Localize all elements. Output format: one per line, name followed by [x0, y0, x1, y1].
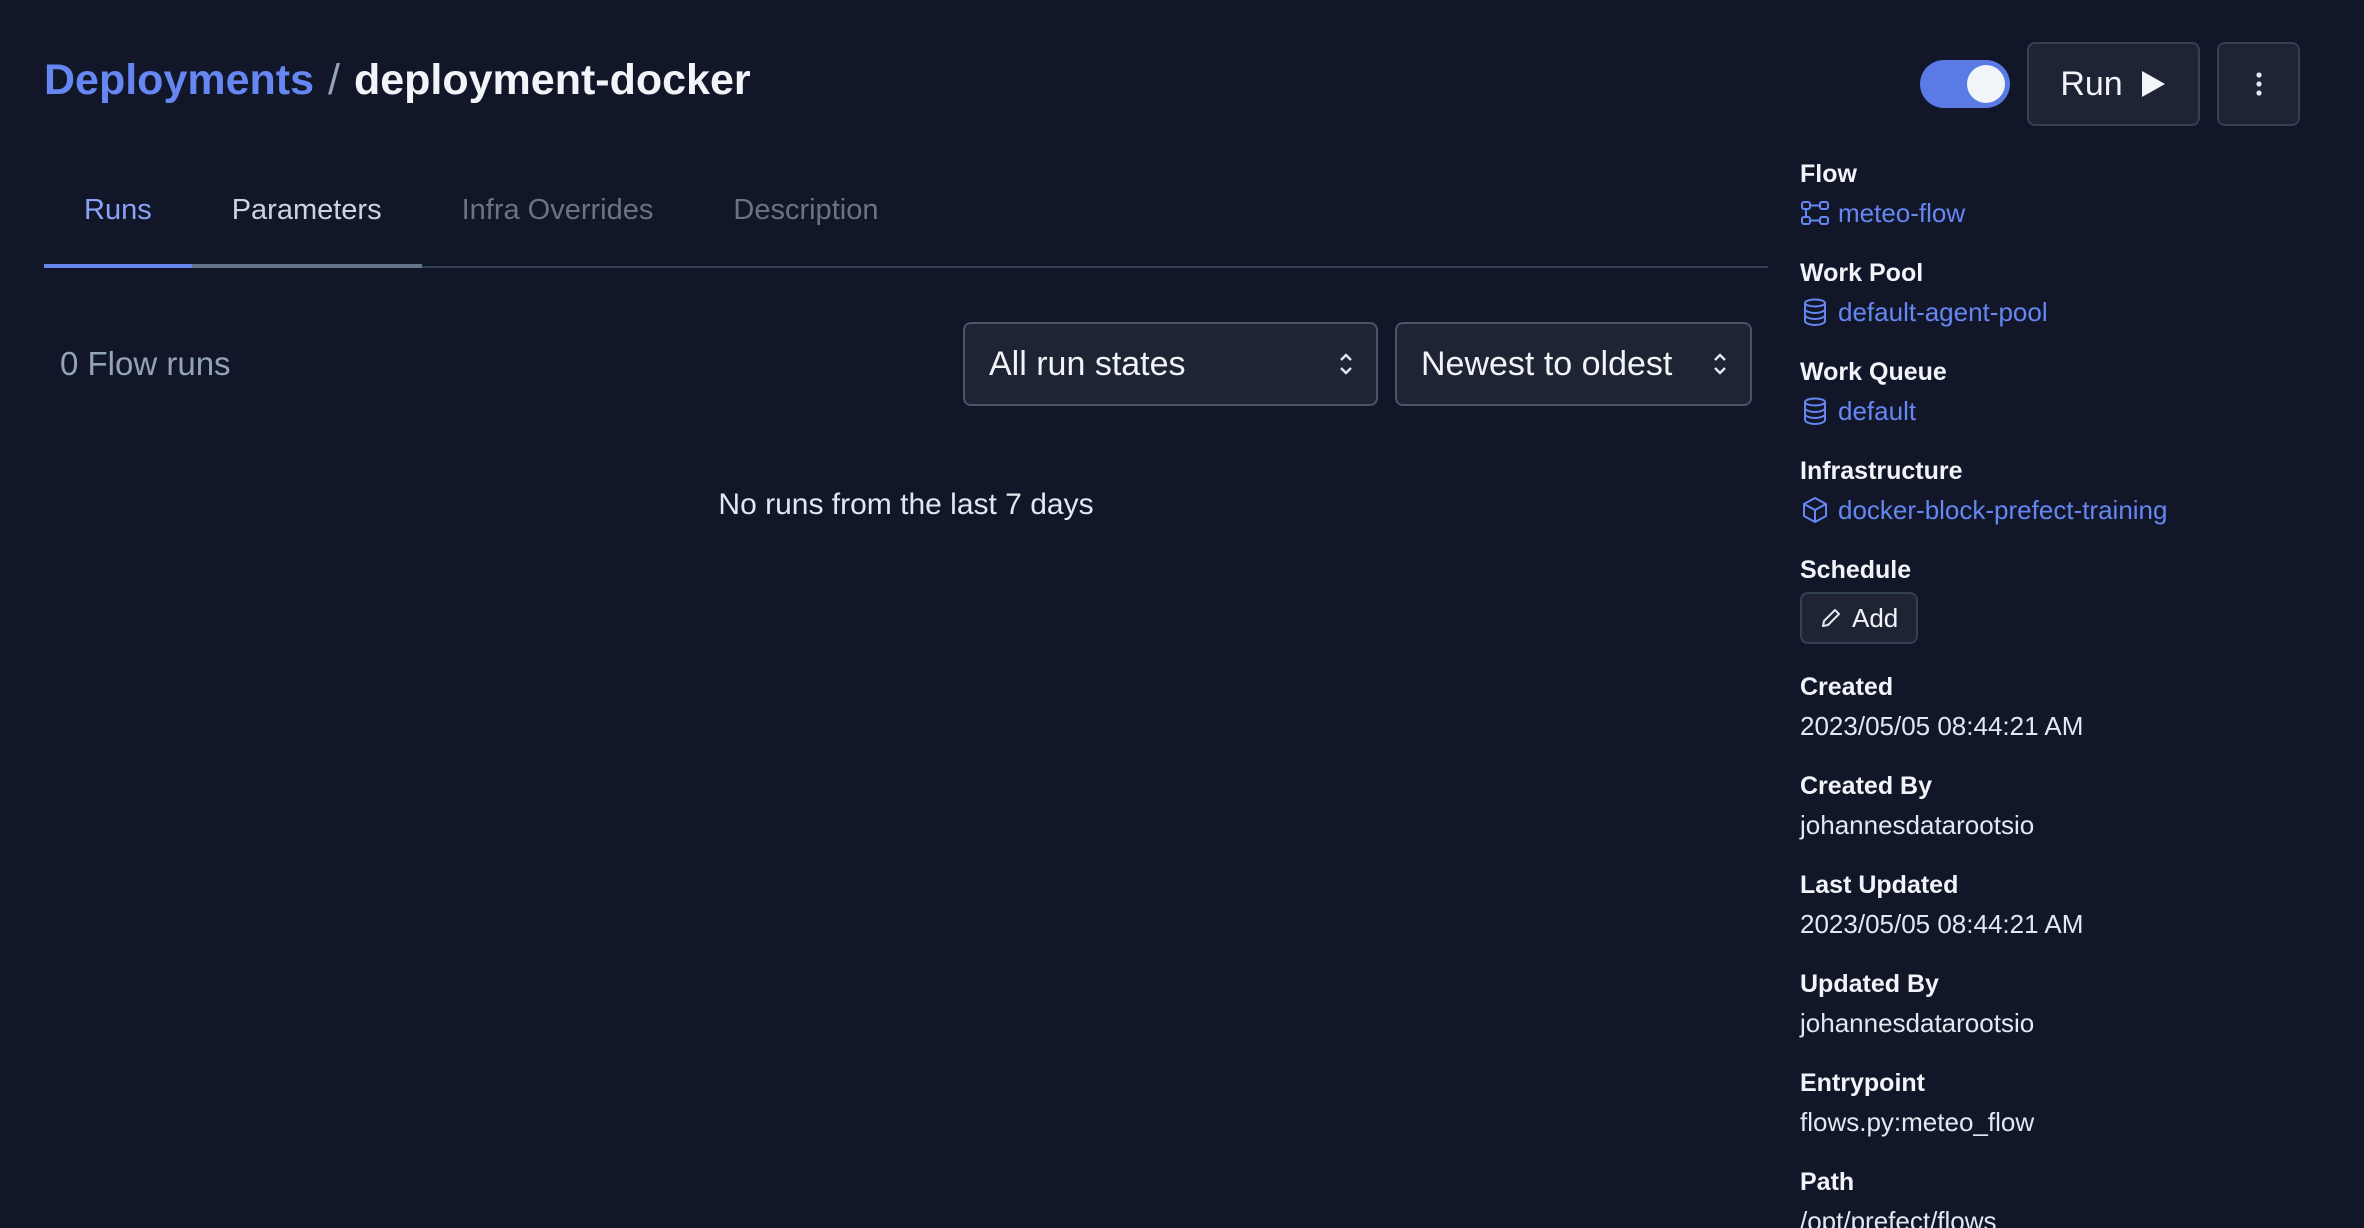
tab-runs[interactable]: Runs — [44, 170, 192, 268]
cube-icon — [1803, 497, 1827, 523]
sort-order-select[interactable]: Newest to oldest — [1395, 322, 1752, 406]
detail-flow: Flow meteo-flow — [1800, 158, 2340, 230]
chevron-up-down-icon — [1340, 353, 1352, 375]
more-vertical-icon — [2255, 72, 2262, 96]
header-actions: Run — [1920, 42, 2300, 126]
empty-runs-message: No runs from the last 7 days — [718, 488, 1094, 521]
play-icon — [2141, 71, 2165, 97]
chevron-up-down-icon — [1714, 353, 1726, 375]
pencil-icon — [1822, 609, 1840, 627]
detail-label: Entrypoint — [1800, 1069, 1925, 1097]
updated-by-value: johannesdatarootsio — [1800, 1008, 2035, 1038]
flow-link-label: meteo-flow — [1838, 198, 1966, 228]
toggle-knob — [1967, 65, 2005, 103]
created-by-value: johannesdatarootsio — [1800, 810, 2035, 840]
deployment-page: Deployments / deployment-docker Run Runs… — [0, 0, 2364, 1228]
breadcrumb-deployments-link[interactable]: Deployments — [44, 56, 314, 105]
detail-work-pool: Work Pool default-agent-pool — [1800, 257, 2340, 329]
database-icon — [1804, 298, 1826, 326]
detail-updated-by: Updated By johannesdatarootsio — [1800, 968, 2340, 1040]
detail-work-queue: Work Queue default — [1800, 356, 2340, 428]
detail-label: Last Updated — [1800, 871, 1959, 899]
work-queue-link-label: default — [1838, 396, 1917, 426]
entrypoint-value: flows.py:meteo_flow — [1800, 1107, 2035, 1137]
run-button[interactable]: Run — [2027, 42, 2200, 126]
work-pool-link-label: default-agent-pool — [1838, 297, 2048, 327]
database-icon — [1804, 397, 1826, 425]
tab-description[interactable]: Description — [693, 170, 918, 268]
detail-infrastructure: Infrastructure docker-block-prefect-trai… — [1800, 455, 2340, 527]
run-state-filter-value: All run states — [989, 344, 1186, 383]
tab-bar: Runs Parameters Infra Overrides Descript… — [44, 170, 1768, 268]
detail-created: Created 2023/05/05 08:44:21 AM — [1800, 671, 2340, 743]
infrastructure-link-label: docker-block-prefect-training — [1838, 495, 2168, 525]
detail-label: Created — [1800, 673, 1894, 701]
flow-icon — [1801, 201, 1829, 225]
created-value: 2023/05/05 08:44:21 AM — [1800, 711, 2084, 741]
detail-label: Work Pool — [1800, 259, 1924, 287]
work-pool-link[interactable]: default-agent-pool — [1800, 295, 2340, 329]
run-state-filter-select[interactable]: All run states — [963, 322, 1378, 406]
flow-runs-count: 0 Flow runs — [60, 345, 231, 382]
path-value: /opt/prefect/flows — [1800, 1206, 1997, 1228]
breadcrumb-separator: / — [328, 56, 340, 104]
detail-label: Created By — [1800, 772, 1932, 800]
page-title: deployment-docker — [353, 56, 751, 104]
detail-label: Work Queue — [1800, 358, 1947, 386]
flow-link[interactable]: meteo-flow — [1800, 196, 2340, 230]
detail-label: Schedule — [1800, 556, 1912, 584]
add-schedule-label: Add — [1852, 602, 1899, 633]
breadcrumb: Deployments / deployment-docker — [44, 56, 751, 105]
deployment-details-panel: Flow meteo-flow Work Pool default-agent-… — [1800, 158, 2340, 1228]
last-updated-value: 2023/05/05 08:44:21 AM — [1800, 909, 2084, 939]
tab-infra-overrides[interactable]: Infra Overrides — [422, 170, 694, 268]
detail-schedule: Schedule Add — [1800, 554, 2340, 644]
detail-label: Flow — [1800, 160, 1857, 188]
detail-created-by: Created By johannesdatarootsio — [1800, 770, 2340, 842]
deployment-active-toggle[interactable] — [1920, 60, 2010, 108]
detail-last-updated: Last Updated 2023/05/05 08:44:21 AM — [1800, 869, 2340, 941]
detail-path: Path /opt/prefect/flows — [1800, 1166, 2340, 1228]
detail-label: Path — [1800, 1168, 1855, 1196]
sort-order-value: Newest to oldest — [1421, 344, 1673, 383]
infrastructure-link[interactable]: docker-block-prefect-training — [1800, 493, 2340, 527]
add-schedule-button[interactable]: Add — [1800, 592, 1919, 644]
run-button-label: Run — [2060, 64, 2123, 103]
detail-label: Updated By — [1800, 970, 1939, 998]
detail-label: Infrastructure — [1800, 457, 1963, 485]
work-queue-link[interactable]: default — [1800, 394, 2340, 428]
detail-entrypoint: Entrypoint flows.py:meteo_flow — [1800, 1067, 2340, 1139]
more-options-button[interactable] — [2217, 42, 2300, 126]
tab-parameters[interactable]: Parameters — [191, 170, 422, 268]
